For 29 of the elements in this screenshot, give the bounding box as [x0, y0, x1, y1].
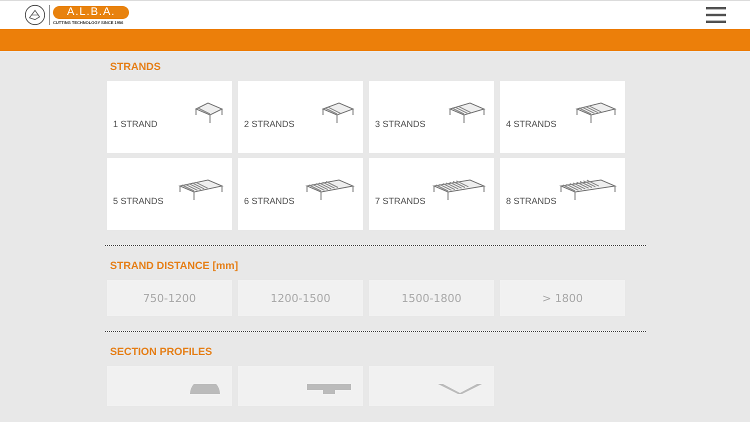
profile-option[interactable]	[238, 366, 363, 406]
strand-option[interactable]: 2 STRANDS	[238, 81, 363, 153]
strand-option[interactable]: 5 STRANDS	[107, 158, 232, 230]
section-title: STRAND DISTANCE [mm]	[109, 259, 240, 274]
roller-table-icon	[559, 178, 617, 202]
roller-table-icon	[448, 101, 486, 125]
menu-button[interactable]	[706, 7, 726, 23]
section-title: SECTION PROFILES	[109, 345, 214, 360]
emblem-icon	[24, 4, 46, 26]
section-title: STRANDS	[109, 60, 162, 75]
strand-option[interactable]: 4 STRANDS	[500, 81, 625, 153]
roller-table-icon	[178, 178, 224, 202]
strand-option[interactable]: 3 STRANDS	[369, 81, 494, 153]
logo-wordmark: A.L.B.A.	[53, 6, 130, 18]
angle-profile-icon	[438, 384, 482, 394]
roller-table-icon	[305, 178, 355, 202]
strand-option[interactable]: 6 STRANDS	[238, 158, 363, 230]
strand-option[interactable]: 1 STRAND	[107, 81, 232, 153]
roller-table-icon	[432, 178, 486, 202]
beam-profile-icon	[307, 384, 351, 394]
menu-icon	[706, 7, 726, 23]
roller-table-icon	[194, 101, 224, 125]
profile-option[interactable]	[107, 366, 232, 406]
round-profile-icon	[190, 384, 220, 394]
roller-table-icon	[321, 101, 355, 125]
roller-table-icon	[575, 101, 617, 125]
strand-option[interactable]: 8 STRANDS	[500, 158, 625, 230]
strand-option[interactable]: 7 STRANDS	[369, 158, 494, 230]
profile-option[interactable]	[369, 366, 494, 406]
